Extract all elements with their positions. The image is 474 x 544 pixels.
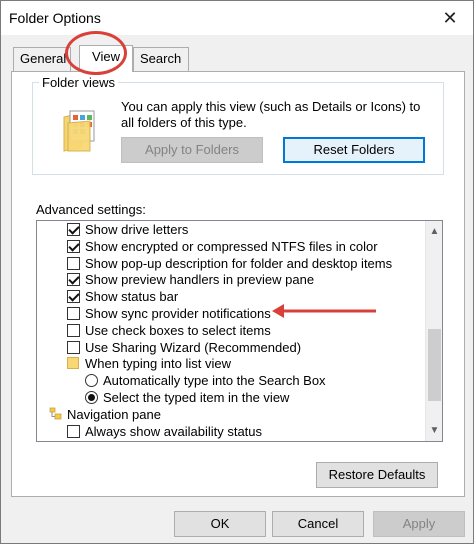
setting-checkbox[interactable] <box>67 424 80 438</box>
setting-label: Show sync provider notifications <box>85 306 271 321</box>
setting-checkbox[interactable] <box>67 223 80 236</box>
setting-label: Show preview handlers in preview pane <box>85 272 315 288</box>
setting-label: Always show availability status <box>85 423 263 439</box>
folder-view-icon <box>63 110 95 152</box>
setting-checkbox[interactable] <box>67 290 80 304</box>
tab-search[interactable]: Search <box>133 47 189 71</box>
reset-folders-button[interactable]: Reset Folders <box>283 137 425 163</box>
setting-label: Show drive letters <box>85 222 189 237</box>
close-button[interactable]: ✕ <box>427 1 473 35</box>
ok-button[interactable]: OK <box>174 511 266 537</box>
advanced-settings-scrollbar[interactable]: ▲ ▼ <box>425 221 442 441</box>
setting-label: Show pop-up description for folder and d… <box>85 255 393 271</box>
apply-to-folders-button[interactable]: Apply to Folders <box>121 137 263 163</box>
restore-defaults-button[interactable]: Restore Defaults <box>316 462 438 488</box>
setting-checkbox[interactable] <box>67 307 80 320</box>
window-title: Folder Options <box>9 10 101 26</box>
title-bar: Folder Options ✕ <box>1 1 473 35</box>
setting-label: Show status bar <box>85 289 179 305</box>
view-tab-panel: Folder views You can apply this view (su… <box>11 71 465 497</box>
setting-label: Use check boxes to select items <box>85 322 271 338</box>
navigation-pane-icon <box>49 407 62 420</box>
setting-checkbox[interactable] <box>67 239 80 253</box>
tab-view[interactable]: View <box>79 45 133 72</box>
setting-radio[interactable] <box>85 374 98 388</box>
folder-views-group: Folder views You can apply this view (su… <box>32 75 444 175</box>
setting-checkbox[interactable] <box>67 323 80 337</box>
setting-checkbox[interactable] <box>67 256 80 270</box>
red-arrow-annotation <box>272 304 376 318</box>
folder-views-description: You can apply this view (such as Details… <box>121 99 421 130</box>
setting-label: Automatically type into the Search Box <box>103 373 326 389</box>
folder-views-label: Folder views <box>39 75 118 90</box>
scroll-down-icon[interactable]: ▼ <box>426 422 442 439</box>
setting-label: Select the typed item in the view <box>103 390 290 405</box>
setting-label: When typing into list view <box>85 356 231 372</box>
advanced-settings-list[interactable]: Show drive letters Show encrypted or comp… <box>36 220 443 442</box>
scroll-up-icon[interactable]: ▲ <box>426 223 442 240</box>
setting-checkbox[interactable] <box>67 273 80 287</box>
setting-radio[interactable] <box>85 391 98 404</box>
close-icon: ✕ <box>442 7 458 28</box>
cancel-button[interactable]: Cancel <box>272 511 364 537</box>
setting-label: Navigation pane <box>67 406 161 422</box>
setting-label: Show encrypted or compressed NTFS files … <box>85 238 378 254</box>
advanced-settings-label: Advanced settings: <box>36 202 146 217</box>
setting-checkbox[interactable] <box>67 340 80 354</box>
folder-options-window: Folder Options ✕ General View Search Fol… <box>0 0 474 544</box>
scroll-thumb[interactable] <box>428 329 441 401</box>
tab-general[interactable]: General <box>13 47 71 71</box>
folder-icon <box>67 357 79 370</box>
tab-strip: General View Search <box>11 45 471 72</box>
apply-button[interactable]: Apply <box>373 511 465 537</box>
restore-defaults-label: Restore Defaults <box>328 467 426 482</box>
setting-label: Use Sharing Wizard (Recommended) <box>85 339 302 355</box>
